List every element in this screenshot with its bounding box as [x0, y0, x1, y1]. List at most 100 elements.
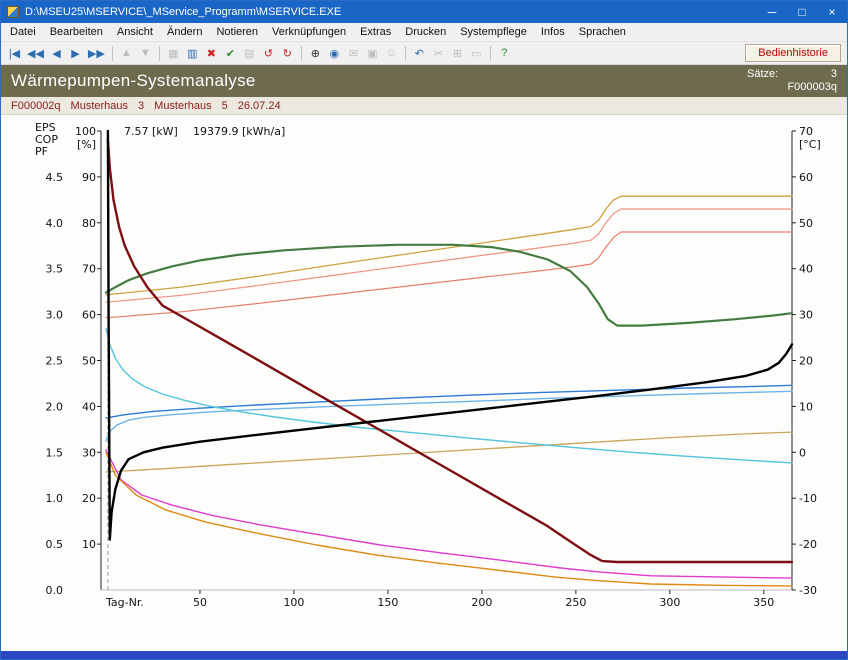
- sort-up-button: ▲: [120, 47, 132, 59]
- prev-fast-button[interactable]: ◀◀: [24, 44, 47, 63]
- maximize-button[interactable]: □: [787, 1, 817, 23]
- black-curve: [106, 129, 794, 541]
- next-record-button[interactable]: ▶: [66, 44, 85, 63]
- right-temp-label: 70: [799, 125, 813, 138]
- menu-notieren[interactable]: Notieren: [209, 24, 265, 40]
- record-part-5: 26.07.24: [237, 99, 281, 112]
- right-temp-label: 50: [799, 217, 813, 230]
- saetze-value: 3: [830, 68, 837, 80]
- current-record-bar: F000002q Musterhaus 3 Musterhaus 5 26.07.24: [1, 97, 847, 115]
- x-tick-label: 150: [377, 596, 398, 609]
- record-code: F000003q: [787, 81, 837, 93]
- right-temp-label: 0: [799, 446, 806, 459]
- menu-systempflege[interactable]: Systempflege: [453, 24, 534, 40]
- record-part-3: Musterhaus: [154, 99, 212, 112]
- new-document-button: ▤: [244, 47, 255, 60]
- x-axis-label: Tag-Nr.: [105, 596, 144, 609]
- record-part-1: Musterhaus: [70, 99, 129, 112]
- title-bar: D:\MSEU25\MSERVICE\_MService_Programm\MS…: [1, 1, 847, 23]
- close-button[interactable]: ×: [817, 1, 847, 23]
- refresh-button[interactable]: ↻: [278, 44, 297, 63]
- left-eps-label: 0.0: [46, 584, 64, 597]
- dark-red-curve: [106, 139, 794, 564]
- left-eps-label: 0.5: [46, 538, 64, 551]
- view-eye-button[interactable]: ◉: [325, 44, 344, 63]
- confirm-button[interactable]: ✔: [221, 44, 240, 63]
- left-eps-label: 3.0: [46, 309, 64, 322]
- left-pct-label: 60: [82, 309, 96, 322]
- table-view-button[interactable]: ▥: [183, 44, 202, 63]
- right-temp-label: -30: [799, 584, 817, 597]
- prev-record-button[interactable]: ◀: [47, 44, 66, 63]
- toolbar-separator: [300, 45, 302, 61]
- left-pct-label: 100: [75, 125, 96, 138]
- right-temp-label: 60: [799, 171, 813, 184]
- application-window: D:\MSEU25\MSERVICE\_MService_Programm\MS…: [0, 0, 848, 660]
- toolbar-icons: |◀ ◀◀ ◀ ▶ ▶▶ ▲ ▼ ▦ ▥ ✖ ✔ ▤ ↺ ↻ ⊕ ◉ ✉ ▣ ☺ ↶ ✂ ⊞ ▭?: [5, 44, 514, 63]
- left-eps-label: 1.0: [46, 492, 64, 505]
- light-blue-curve: [105, 390, 793, 442]
- left-pct-label: 70: [82, 263, 96, 276]
- annotation-energy: 19379.9 [kWh/a]: [193, 125, 285, 138]
- x-tick-label: 200: [471, 596, 492, 609]
- right-temp-label: 40: [799, 263, 813, 276]
- annotation-power: 7.57 [kW]: [124, 125, 178, 138]
- left-pct-label: 90: [82, 171, 96, 184]
- right-temp-label: 10: [799, 400, 813, 413]
- left-pct-label: 80: [82, 217, 96, 230]
- delete-button[interactable]: ✖: [202, 44, 221, 63]
- taskbar-strip: [1, 651, 847, 659]
- menu-datei[interactable]: Datei: [3, 24, 43, 40]
- menu-ansicht[interactable]: Ansicht: [110, 24, 160, 40]
- left-pct-label: 40: [82, 400, 96, 413]
- menu-extras[interactable]: Extras: [353, 24, 398, 40]
- minimize-button[interactable]: ─: [757, 1, 787, 23]
- x-tick-label: 50: [193, 596, 207, 609]
- help-button[interactable]: ?: [495, 44, 514, 63]
- first-record-button[interactable]: |◀: [5, 44, 24, 63]
- record-part-2: 3: [138, 99, 145, 112]
- left-eps-label: 3.5: [46, 263, 64, 276]
- chart-canvas: 1009080706050403020104.54.03.53.02.52.01…: [35, 121, 821, 609]
- menu-ndern[interactable]: Ändern: [160, 24, 209, 40]
- bedienhistorie-button[interactable]: Bedienhistorie: [745, 44, 841, 62]
- record-part-4: 5: [221, 99, 228, 112]
- x-tick-label: 100: [283, 596, 304, 609]
- left-pct-label: 20: [82, 492, 96, 505]
- chart-region: 100 90 80 70 60 50 40 30 20 10 4.5 4.0 3.5 3.0 2.5 2.0 1…: [1, 115, 847, 651]
- toolbar-separator: [158, 45, 160, 61]
- module-banner: Wärmepumpen-Systemanalyse Sätze: 3 F0000…: [1, 65, 847, 97]
- smiley-button: ☺: [385, 47, 397, 59]
- revert-button[interactable]: ↺: [259, 44, 278, 63]
- copy-button: ⊞: [452, 47, 462, 60]
- right-temp-label: -10: [799, 492, 817, 505]
- tan-lower-curve: [105, 431, 793, 473]
- left-pct-label: 50: [82, 355, 96, 368]
- menu-drucken[interactable]: Drucken: [398, 24, 453, 40]
- left-eps-label: 2.5: [46, 355, 64, 368]
- menu-bar: Datei Bearbeiten Ansicht Ändern Notieren Verk…: [1, 23, 847, 42]
- left-axis-header: PF: [35, 145, 48, 158]
- undo-button[interactable]: ↶: [410, 44, 429, 63]
- menu-sprachen[interactable]: Sprachen: [572, 24, 633, 40]
- print-button: ▣: [367, 47, 378, 60]
- next-fast-button[interactable]: ▶▶: [85, 44, 108, 63]
- paste-button: ▭: [471, 47, 482, 60]
- x-tick-label: 350: [753, 596, 774, 609]
- left-eps-label: 1.5: [46, 446, 64, 459]
- left-pct-label: 10: [82, 538, 96, 551]
- menu-verknpfungen[interactable]: Verknüpfungen: [265, 24, 353, 40]
- right-temp-label: 20: [799, 355, 813, 368]
- save-button: ▦: [168, 47, 179, 60]
- toolbar-separator: [111, 45, 113, 61]
- toolbar-separator: [489, 45, 491, 61]
- search-button[interactable]: ⊕: [306, 44, 325, 63]
- menu-bearbeiten[interactable]: Bearbeiten: [43, 24, 110, 40]
- x-tick-label: 300: [659, 596, 680, 609]
- record-counter: Sätze: 3 F000003q: [747, 68, 837, 94]
- toolbar: |◀ ◀◀ ◀ ▶ ▶▶ ▲ ▼ ▦ ▥ ✖ ✔ ▤ ↺ ↻ ⊕ ◉ ✉ ▣ ☺ ↶ ✂ ⊞ ▭? Bedienhistor…: [1, 42, 847, 65]
- menu-infos[interactable]: Infos: [534, 24, 572, 40]
- right-temp-label: 30: [799, 309, 813, 322]
- saetze-label: Sätze:: [747, 68, 779, 80]
- salmon-upper-curve: [105, 208, 793, 303]
